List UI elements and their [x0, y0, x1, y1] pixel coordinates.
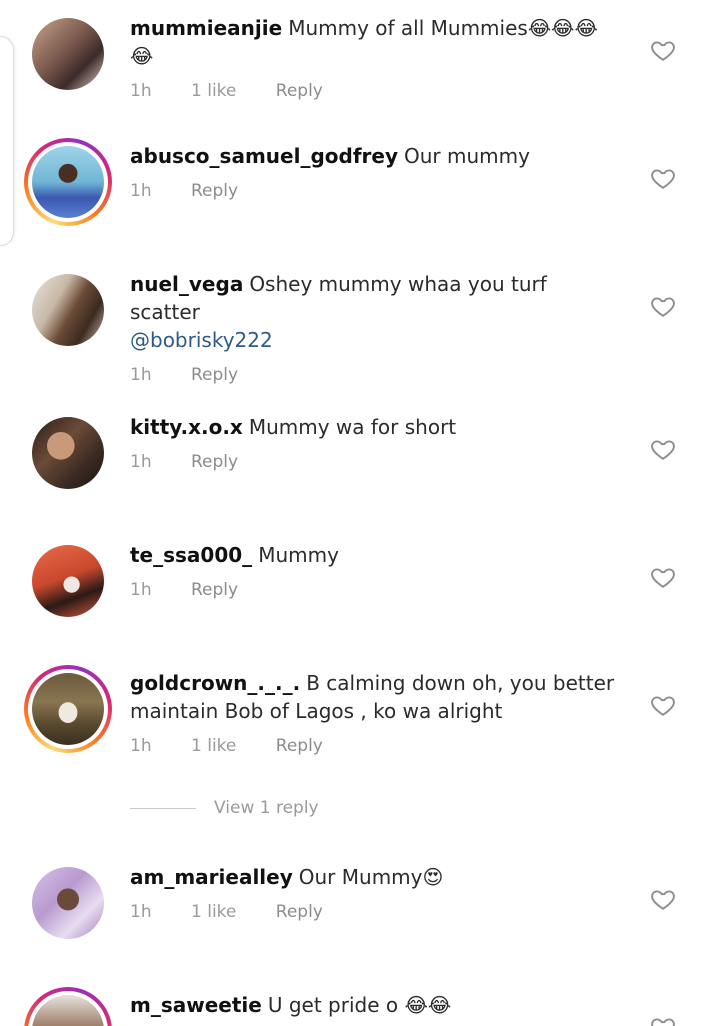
avatar-image — [32, 867, 104, 939]
comment-text-line: nuel_vega Oshey mummy whaa you turf scatt… — [130, 270, 620, 326]
avatar-image — [32, 545, 104, 617]
avatar[interactable] — [32, 545, 104, 617]
comment-text-line: mummieanjie Mummy of all Mummies😂😂😂😂 — [130, 14, 620, 70]
comment-time: 1h — [130, 81, 152, 101]
comment-text-line: te_ssa000_ Mummy — [130, 541, 620, 569]
reply-button[interactable]: Reply — [276, 734, 323, 758]
reply-button[interactable]: Reply — [276, 900, 323, 924]
comments-screen: mummieanjie Mummy of all Mummies😂😂😂😂 1h 1… — [0, 0, 720, 1026]
comment-meta: 1h 1 like Reply — [130, 900, 620, 924]
comment-body: Our mummy — [404, 144, 530, 168]
comment-meta: 1h 1 like Reply — [130, 734, 620, 758]
comment-username[interactable]: goldcrown_._._. — [130, 671, 300, 695]
avatar[interactable] — [32, 274, 104, 346]
heart-outline-icon[interactable] — [650, 165, 676, 191]
comment-meta: 1h Reply — [130, 450, 620, 474]
avatar[interactable] — [32, 417, 104, 489]
comment-body: Mummy — [258, 543, 339, 567]
comment-time: 1h — [130, 902, 152, 922]
avatar[interactable] — [32, 867, 104, 939]
heart-outline-icon[interactable] — [650, 886, 676, 912]
comment-meta: 1h Reply — [130, 578, 620, 602]
view-replies-label: View 1 reply — [214, 798, 319, 818]
comment-username[interactable]: mummieanjie — [130, 16, 282, 40]
avatar-image — [32, 417, 104, 489]
avatar[interactable] — [24, 138, 112, 226]
heart-outline-icon[interactable] — [650, 564, 676, 590]
mention-link[interactable]: @bobrisky222 — [130, 328, 273, 352]
view-replies-divider — [130, 808, 196, 809]
avatar-image — [32, 146, 104, 218]
comment-text-line: @bobrisky222 — [130, 326, 620, 354]
comment-username[interactable]: abusco_samuel_godfrey — [130, 144, 398, 168]
comment-username[interactable]: kitty.x.o.x — [130, 415, 243, 439]
comment-body: Our Mummy😍 — [298, 865, 444, 889]
comment-text-line: abusco_samuel_godfrey Our mummy — [130, 142, 620, 170]
comment-username[interactable]: nuel_vega — [130, 272, 243, 296]
comment-text-line: am_mariealley Our Mummy😍 — [130, 863, 620, 891]
comment-likes[interactable]: 1 like — [191, 900, 236, 924]
comment-time: 1h — [130, 365, 152, 385]
avatar-image — [32, 18, 104, 90]
heart-outline-icon[interactable] — [650, 37, 676, 63]
reply-button[interactable]: Reply — [191, 578, 238, 602]
comment-username[interactable]: te_ssa000_ — [130, 543, 252, 567]
reply-button[interactable]: Reply — [191, 179, 238, 203]
comment-likes[interactable]: 1 like — [191, 79, 236, 103]
avatar[interactable] — [24, 665, 112, 753]
comment-text-line: goldcrown_._._. B calming down oh, you be… — [130, 669, 620, 725]
comment-body: U get pride o 😂😂 — [267, 993, 452, 1017]
comment-text-line: kitty.x.o.x Mummy wa for short — [130, 413, 620, 441]
reply-button[interactable]: Reply — [276, 79, 323, 103]
avatar-image — [32, 673, 104, 745]
comment-username[interactable]: am_mariealley — [130, 865, 293, 889]
comment-body: Mummy wa for short — [248, 415, 457, 439]
heart-outline-icon[interactable] — [650, 1014, 676, 1026]
comment-text-line: m_saweetie U get pride o 😂😂 — [130, 991, 620, 1019]
heart-outline-icon[interactable] — [650, 436, 676, 462]
heart-outline-icon[interactable] — [650, 692, 676, 718]
reply-button[interactable]: Reply — [191, 450, 238, 474]
comment-username[interactable]: m_saweetie — [130, 993, 262, 1017]
view-replies-button[interactable]: View 1 reply — [130, 798, 390, 824]
avatar-image — [32, 274, 104, 346]
comment-time: 1h — [130, 736, 152, 756]
comment-time: 1h — [130, 580, 152, 600]
avatar[interactable] — [24, 987, 112, 1026]
comment-time: 1h — [130, 181, 152, 201]
comment-meta: 1h 1 like Reply — [130, 79, 620, 103]
reply-button[interactable]: Reply — [191, 363, 238, 387]
side-edge-panel — [0, 36, 14, 246]
comment-likes[interactable]: 1 like — [191, 734, 236, 758]
comment-meta: 1h Reply — [130, 363, 620, 387]
comment-meta: 1h Reply — [130, 179, 620, 203]
heart-outline-icon[interactable] — [650, 293, 676, 319]
avatar[interactable] — [32, 18, 104, 90]
comment-time: 1h — [130, 452, 152, 472]
